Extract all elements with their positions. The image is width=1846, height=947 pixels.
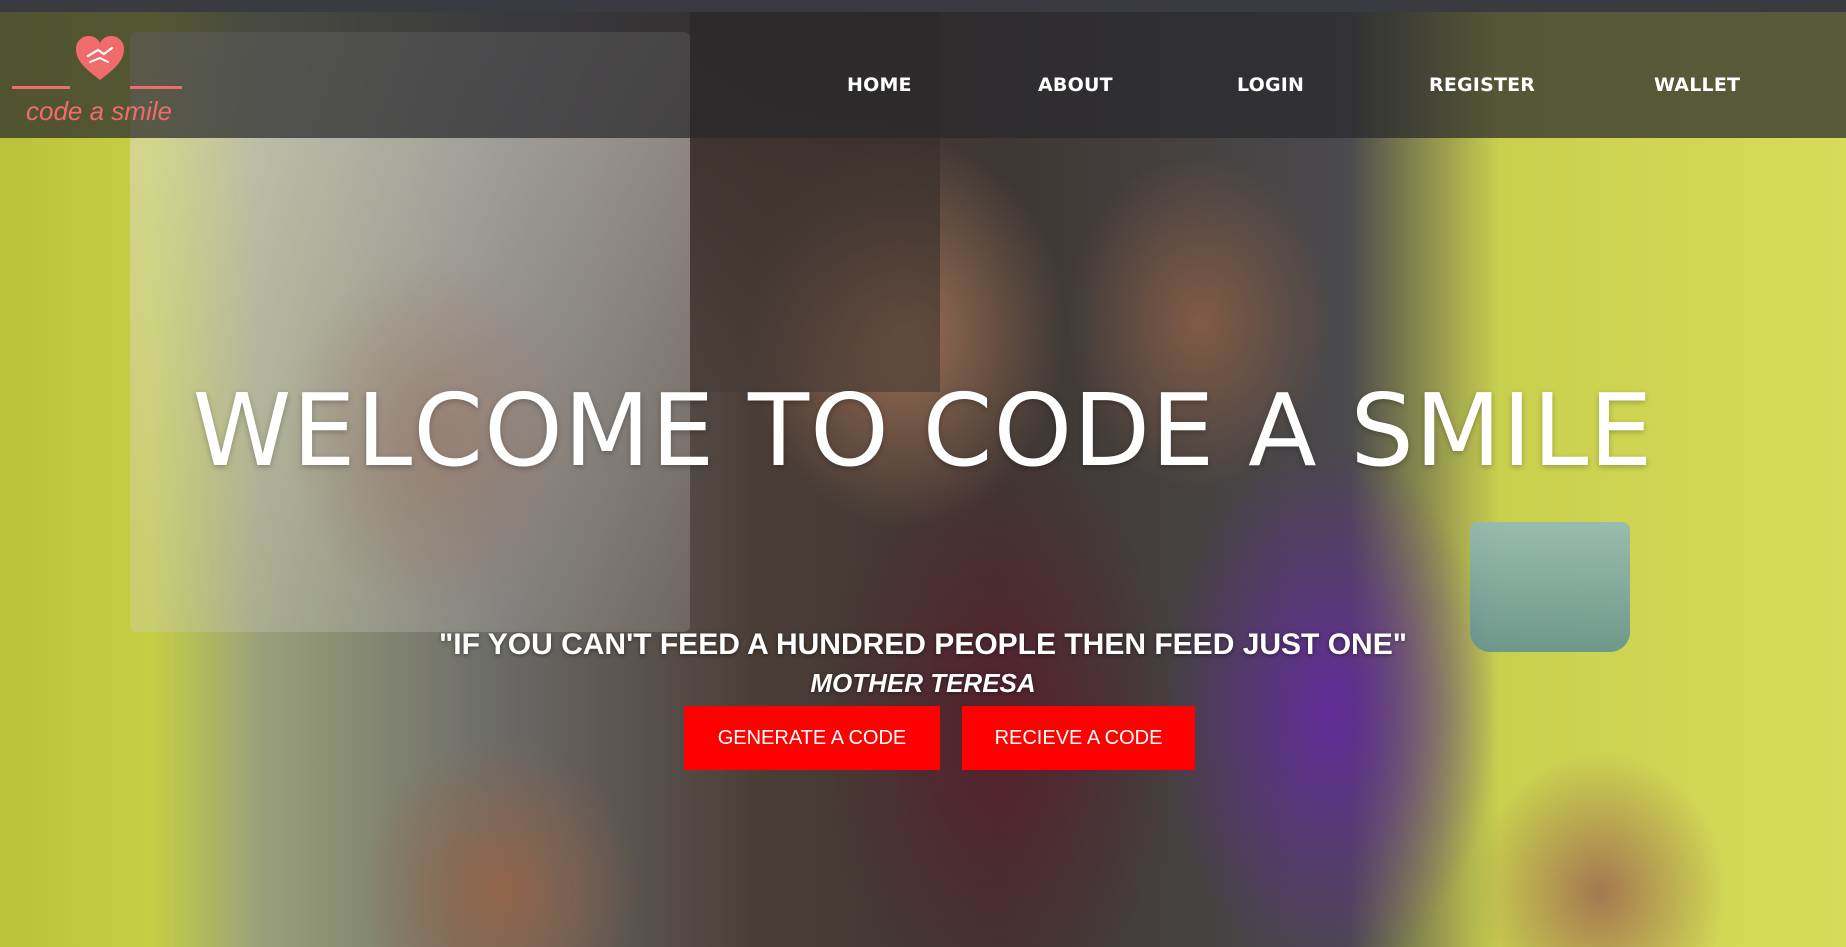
nav-register[interactable]: REGISTER — [1429, 74, 1535, 96]
logo-line-left — [12, 86, 70, 89]
nav-wallet[interactable]: WALLET — [1654, 74, 1740, 96]
hero-title: WELCOME TO CODE A SMILE — [192, 372, 1654, 489]
nav-login[interactable]: LOGIN — [1237, 74, 1304, 96]
hero-quote-author: MOTHER TERESA — [810, 668, 1036, 698]
logo-line-right — [130, 86, 182, 89]
generate-code-button[interactable]: GENERATE A CODE — [684, 706, 940, 770]
hero-quote: "IF YOU CAN'T FEED A HUNDRED PEOPLE THEN… — [439, 628, 1407, 661]
browser-top-strip — [0, 0, 1846, 12]
nav-home[interactable]: HOME — [847, 74, 912, 96]
nav-about[interactable]: ABOUT — [1038, 74, 1113, 96]
receive-code-button[interactable]: RECIEVE A CODE — [962, 706, 1195, 770]
navbar: code a smile HOME ABOUT LOGIN REGISTER W… — [0, 12, 1846, 138]
logo-text: code a smile — [26, 96, 172, 126]
logo[interactable]: code a smile — [10, 34, 182, 130]
heart-hands-icon — [76, 36, 124, 80]
